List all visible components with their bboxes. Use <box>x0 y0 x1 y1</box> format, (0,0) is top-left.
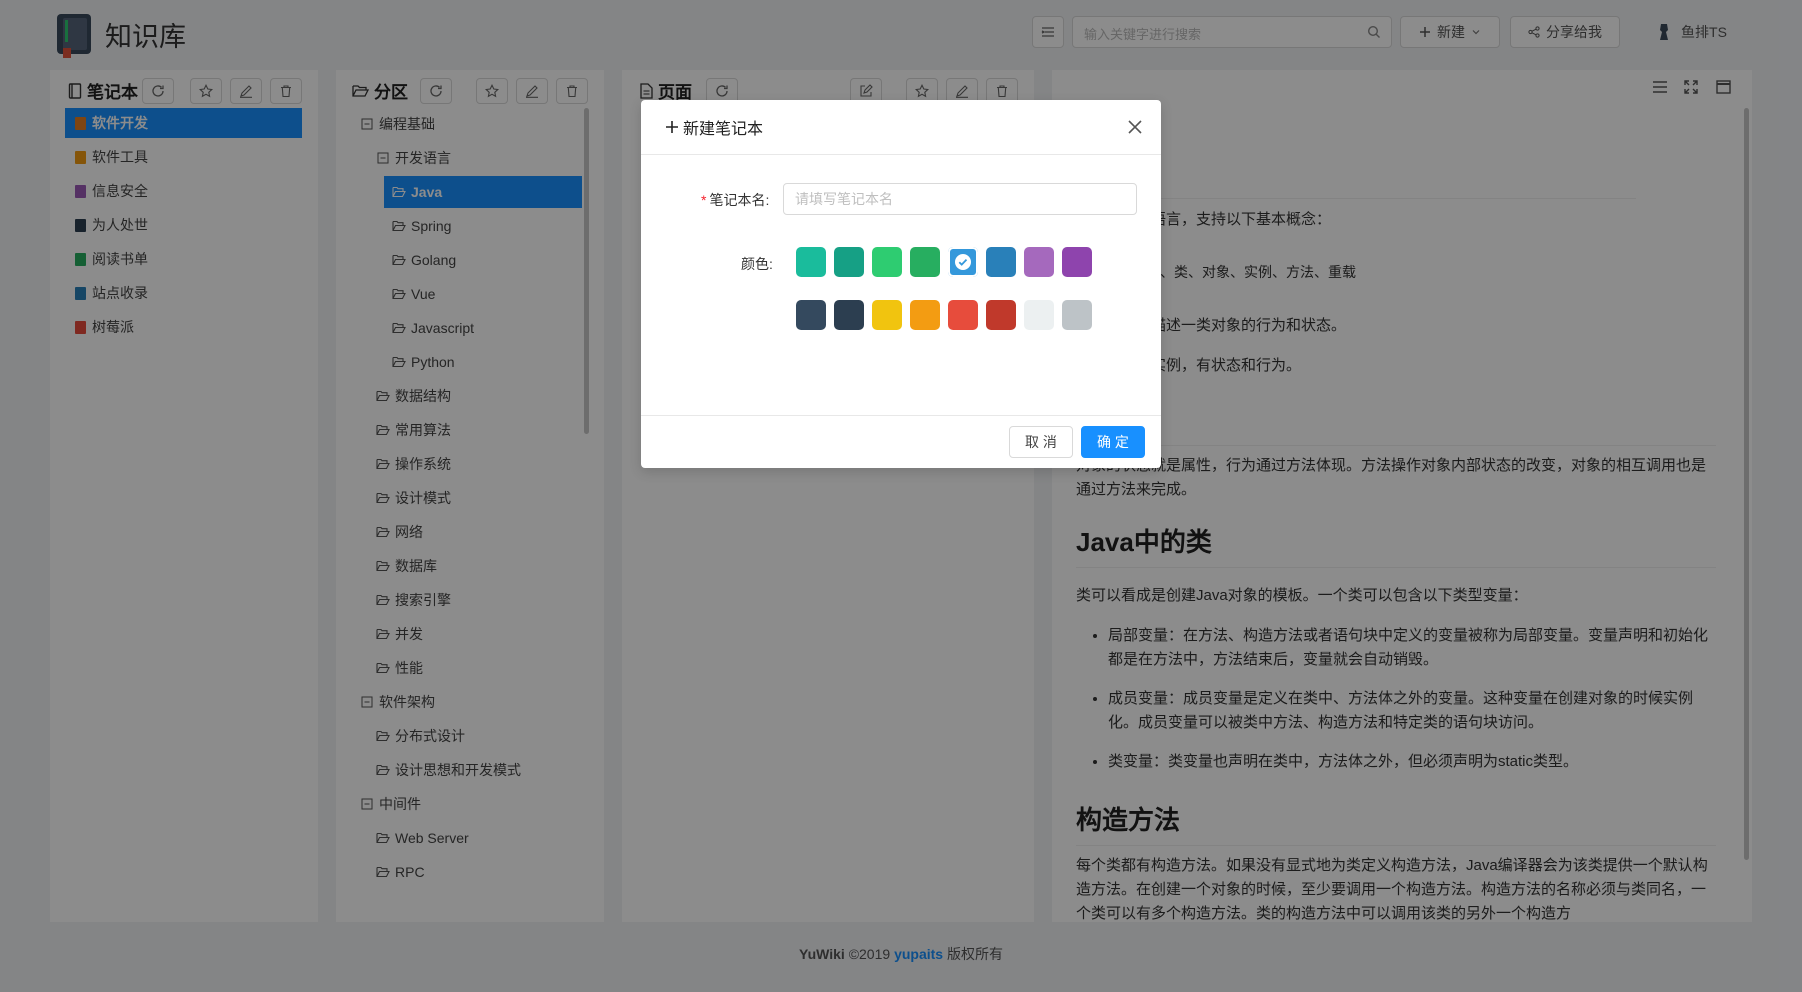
color-swatch[interactable] <box>834 300 864 330</box>
check-icon <box>955 254 971 270</box>
color-swatch[interactable] <box>910 300 940 330</box>
color-swatch[interactable] <box>872 247 902 277</box>
color-swatch[interactable] <box>796 247 826 277</box>
color-swatch[interactable] <box>1024 247 1054 277</box>
modal-title: 新建笔记本 <box>683 121 764 138</box>
notebook-name-field[interactable] <box>783 183 1137 215</box>
modal-header: 新建笔记本 <box>641 100 1161 155</box>
color-swatch[interactable] <box>1062 300 1092 330</box>
color-swatch[interactable] <box>872 300 902 330</box>
notebook-name-input[interactable] <box>784 184 1136 214</box>
close-icon[interactable] <box>1125 117 1145 137</box>
confirm-button[interactable]: 确 定 <box>1081 426 1145 458</box>
plus-icon <box>666 121 678 133</box>
color-swatch[interactable] <box>986 247 1016 277</box>
color-swatch[interactable] <box>986 300 1016 330</box>
new-notebook-modal: 新建笔记本 *笔记本名: 颜色: 取 消 确 定 <box>641 100 1161 468</box>
modal-footer: 取 消 确 定 <box>641 415 1161 468</box>
notebook-name-label-text: 笔记本名: <box>709 192 770 208</box>
color-swatch[interactable] <box>1024 300 1054 330</box>
color-swatch[interactable] <box>948 300 978 330</box>
color-label: 颜色: <box>741 256 773 272</box>
notebook-name-label: * 笔记本名: <box>701 192 770 208</box>
color-swatch[interactable] <box>948 247 978 277</box>
cancel-button[interactable]: 取 消 <box>1009 426 1073 458</box>
color-swatch[interactable] <box>910 247 940 277</box>
color-swatch[interactable] <box>796 300 826 330</box>
color-swatch[interactable] <box>1062 247 1092 277</box>
color-swatch[interactable] <box>834 247 864 277</box>
